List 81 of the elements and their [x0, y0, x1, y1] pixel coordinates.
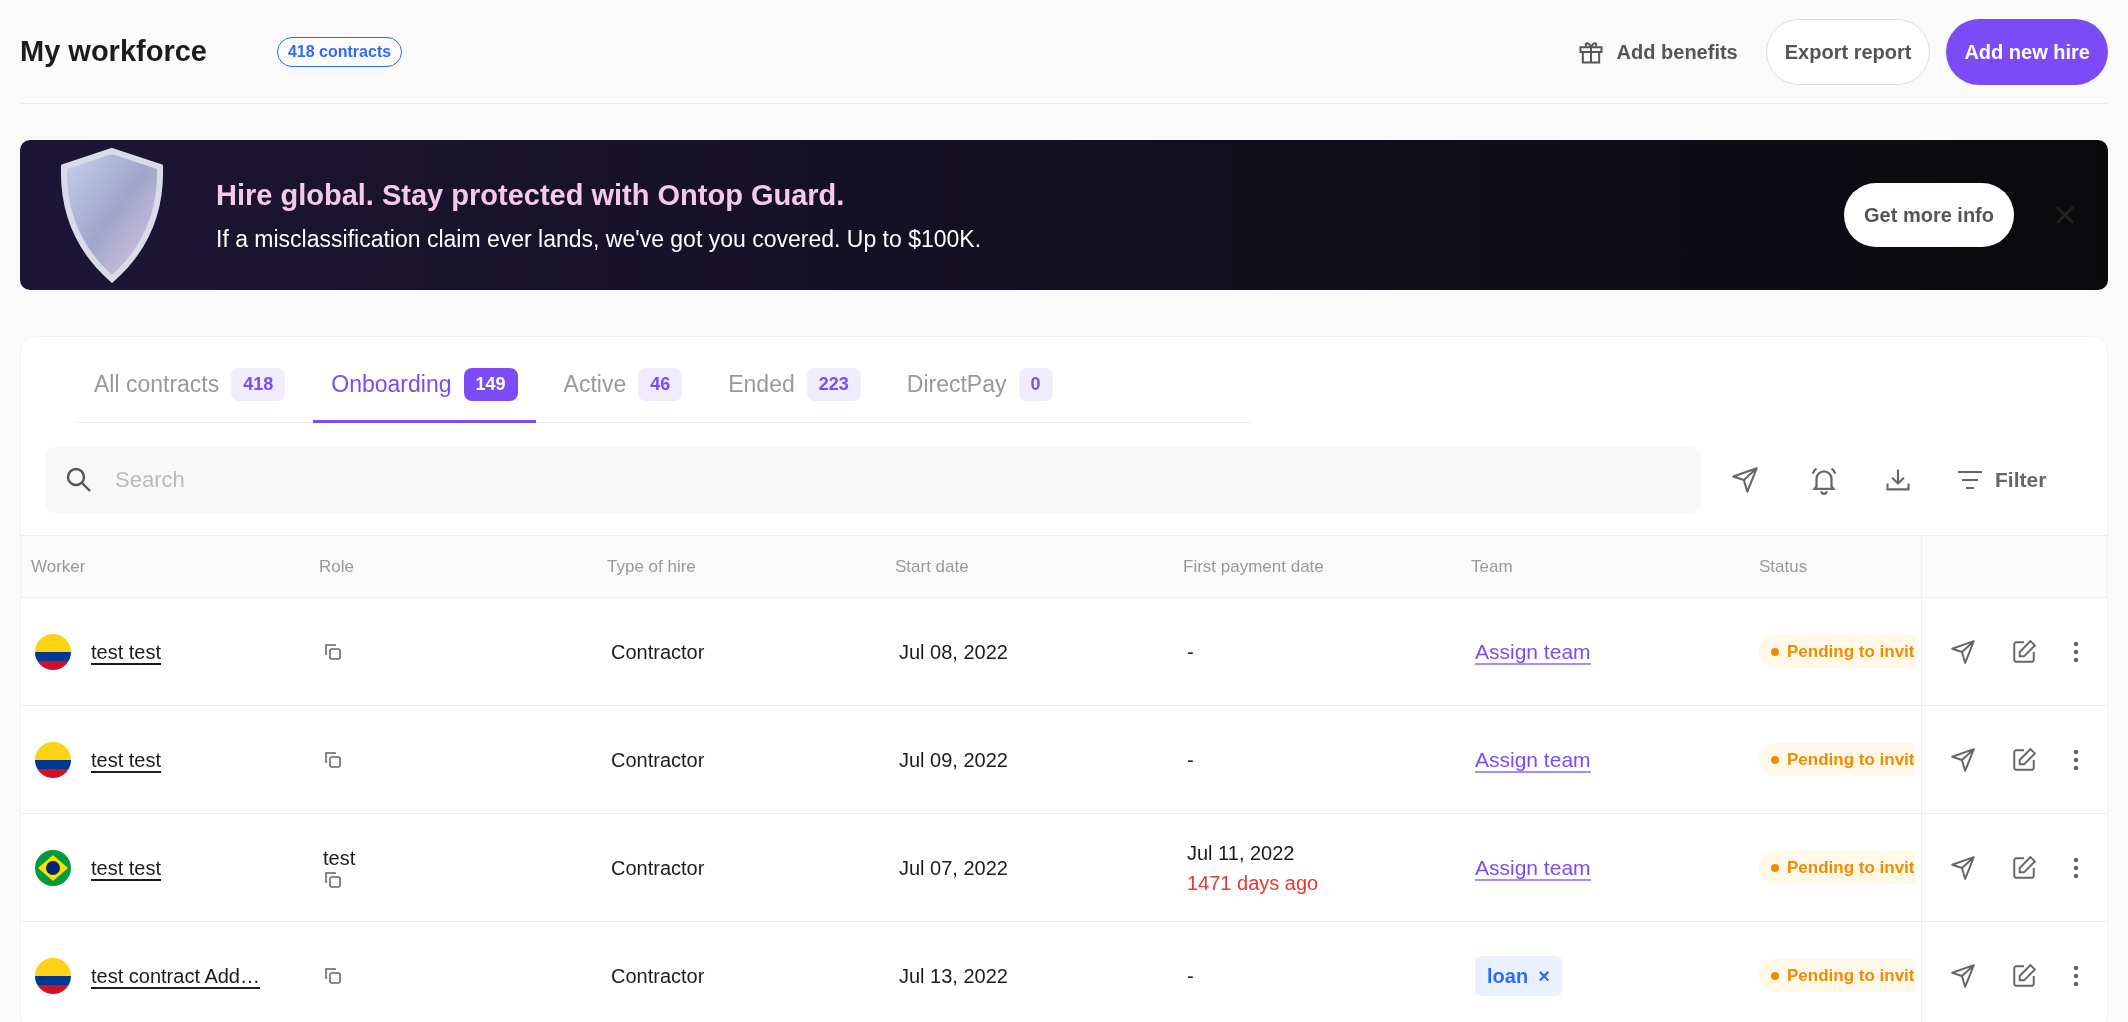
edit-icon[interactable] — [2011, 854, 2038, 881]
payment-date-text: - — [1187, 639, 1195, 665]
payment-date-text: - — [1187, 963, 1195, 989]
assign-team-link[interactable]: Assign team — [1475, 747, 1591, 773]
status-badge: Pending to invit — [1759, 958, 1915, 993]
copy-icon[interactable] — [323, 749, 343, 770]
flag-icon — [35, 633, 71, 670]
send-icon[interactable] — [1949, 962, 1976, 989]
bell-icon[interactable] — [1809, 465, 1839, 495]
days-ago-text: 1471 days ago — [1187, 870, 1320, 896]
edit-icon[interactable] — [2011, 746, 2038, 773]
more-options-icon[interactable] — [2073, 639, 2080, 664]
tab-count-badge: 46 — [638, 368, 683, 401]
send-icon[interactable] — [1949, 746, 1976, 773]
tab[interactable]: Onboarding 149 — [313, 349, 536, 423]
copy-icon[interactable] — [323, 965, 343, 986]
page-title: My workforce — [20, 33, 207, 69]
add-benefits-button[interactable]: Add benefits — [1564, 36, 1750, 67]
more-options-icon[interactable] — [2073, 855, 2080, 880]
search-icon — [65, 466, 93, 494]
column-header: Role — [319, 556, 354, 576]
status-badge: Pending to invit — [1759, 850, 1915, 885]
tab[interactable]: Active 46 — [545, 349, 701, 423]
column-header: Type of hire — [607, 556, 696, 576]
status-dot-icon — [1771, 863, 1779, 872]
payment-date-text: - — [1187, 747, 1195, 773]
tab-count-badge: 0 — [1018, 368, 1053, 401]
search-field[interactable]: Search — [45, 447, 1701, 513]
filter-icon — [1957, 470, 1983, 490]
flag-icon — [35, 849, 71, 886]
assign-team-link[interactable]: Assign team — [1475, 639, 1591, 665]
start-date-text: Jul 08, 2022 — [899, 640, 1008, 663]
status-badge: Pending to invit — [1759, 634, 1915, 669]
column-header: Worker — [31, 556, 86, 576]
add-new-hire-button[interactable]: Add new hire — [1946, 18, 2108, 85]
tab-count-badge: 149 — [463, 368, 518, 401]
hire-type-text: Contractor — [611, 640, 705, 663]
worker-name-link[interactable]: test contract Add… — [91, 960, 260, 991]
flag-icon — [35, 741, 71, 778]
column-header: Team — [1471, 556, 1513, 576]
tab[interactable]: DirectPay 0 — [888, 349, 1071, 423]
flag-icon — [35, 957, 71, 994]
hire-type-text: Contractor — [611, 856, 705, 879]
worker-name-link[interactable]: test test — [91, 636, 162, 667]
get-more-info-button[interactable]: Get more info — [1844, 183, 2014, 247]
start-date-text: Jul 09, 2022 — [899, 748, 1008, 771]
start-date-text: Jul 07, 2022 — [899, 856, 1008, 879]
assign-team-link[interactable]: Assign team — [1475, 855, 1591, 881]
status-dot-icon — [1771, 971, 1779, 980]
tab-count-badge: 223 — [806, 368, 861, 401]
worker-name-link[interactable]: test test — [91, 744, 162, 775]
column-header: First payment date — [1183, 556, 1324, 576]
worker-name-link[interactable]: test test — [91, 852, 162, 883]
status-dot-icon — [1771, 755, 1779, 764]
copy-icon[interactable] — [323, 869, 343, 890]
tab[interactable]: Ended 223 — [710, 349, 879, 423]
banner-text: If a misclassification claim ever lands, we've got you covered. Up to $100K. — [216, 224, 982, 254]
more-options-icon[interactable] — [2073, 963, 2080, 988]
send-icon[interactable] — [1949, 638, 1976, 665]
remove-tag-button[interactable]: × — [1538, 960, 1550, 991]
more-options-icon[interactable] — [2073, 747, 2080, 772]
tab[interactable]: All contracts 418 — [76, 349, 304, 423]
copy-icon[interactable] — [323, 641, 343, 662]
column-header: Start date — [895, 556, 969, 576]
edit-icon[interactable] — [2011, 638, 2038, 665]
column-header: Status — [1759, 556, 1808, 576]
team-name: loan — [1487, 963, 1529, 989]
payment-date-text: Jul 11, 2022 — [1187, 840, 1296, 866]
start-date-text: Jul 13, 2022 — [899, 964, 1008, 987]
edit-icon[interactable] — [2011, 962, 2038, 989]
filter-button[interactable]: Filter — [1957, 464, 2047, 496]
export-report-button[interactable]: Export report — [1765, 18, 1931, 85]
status-badge: Pending to invit — [1759, 742, 1915, 777]
banner-title: Hire global. Stay protected with Ontop Guard. — [216, 178, 846, 213]
hire-type-text: Contractor — [611, 748, 705, 771]
tab-count-badge: 418 — [231, 368, 286, 401]
hire-type-text: Contractor — [611, 964, 705, 987]
send-icon[interactable] — [1949, 854, 1976, 881]
status-dot-icon — [1771, 647, 1779, 656]
send-icon[interactable] — [1731, 466, 1759, 494]
role-text: test — [323, 845, 357, 870]
